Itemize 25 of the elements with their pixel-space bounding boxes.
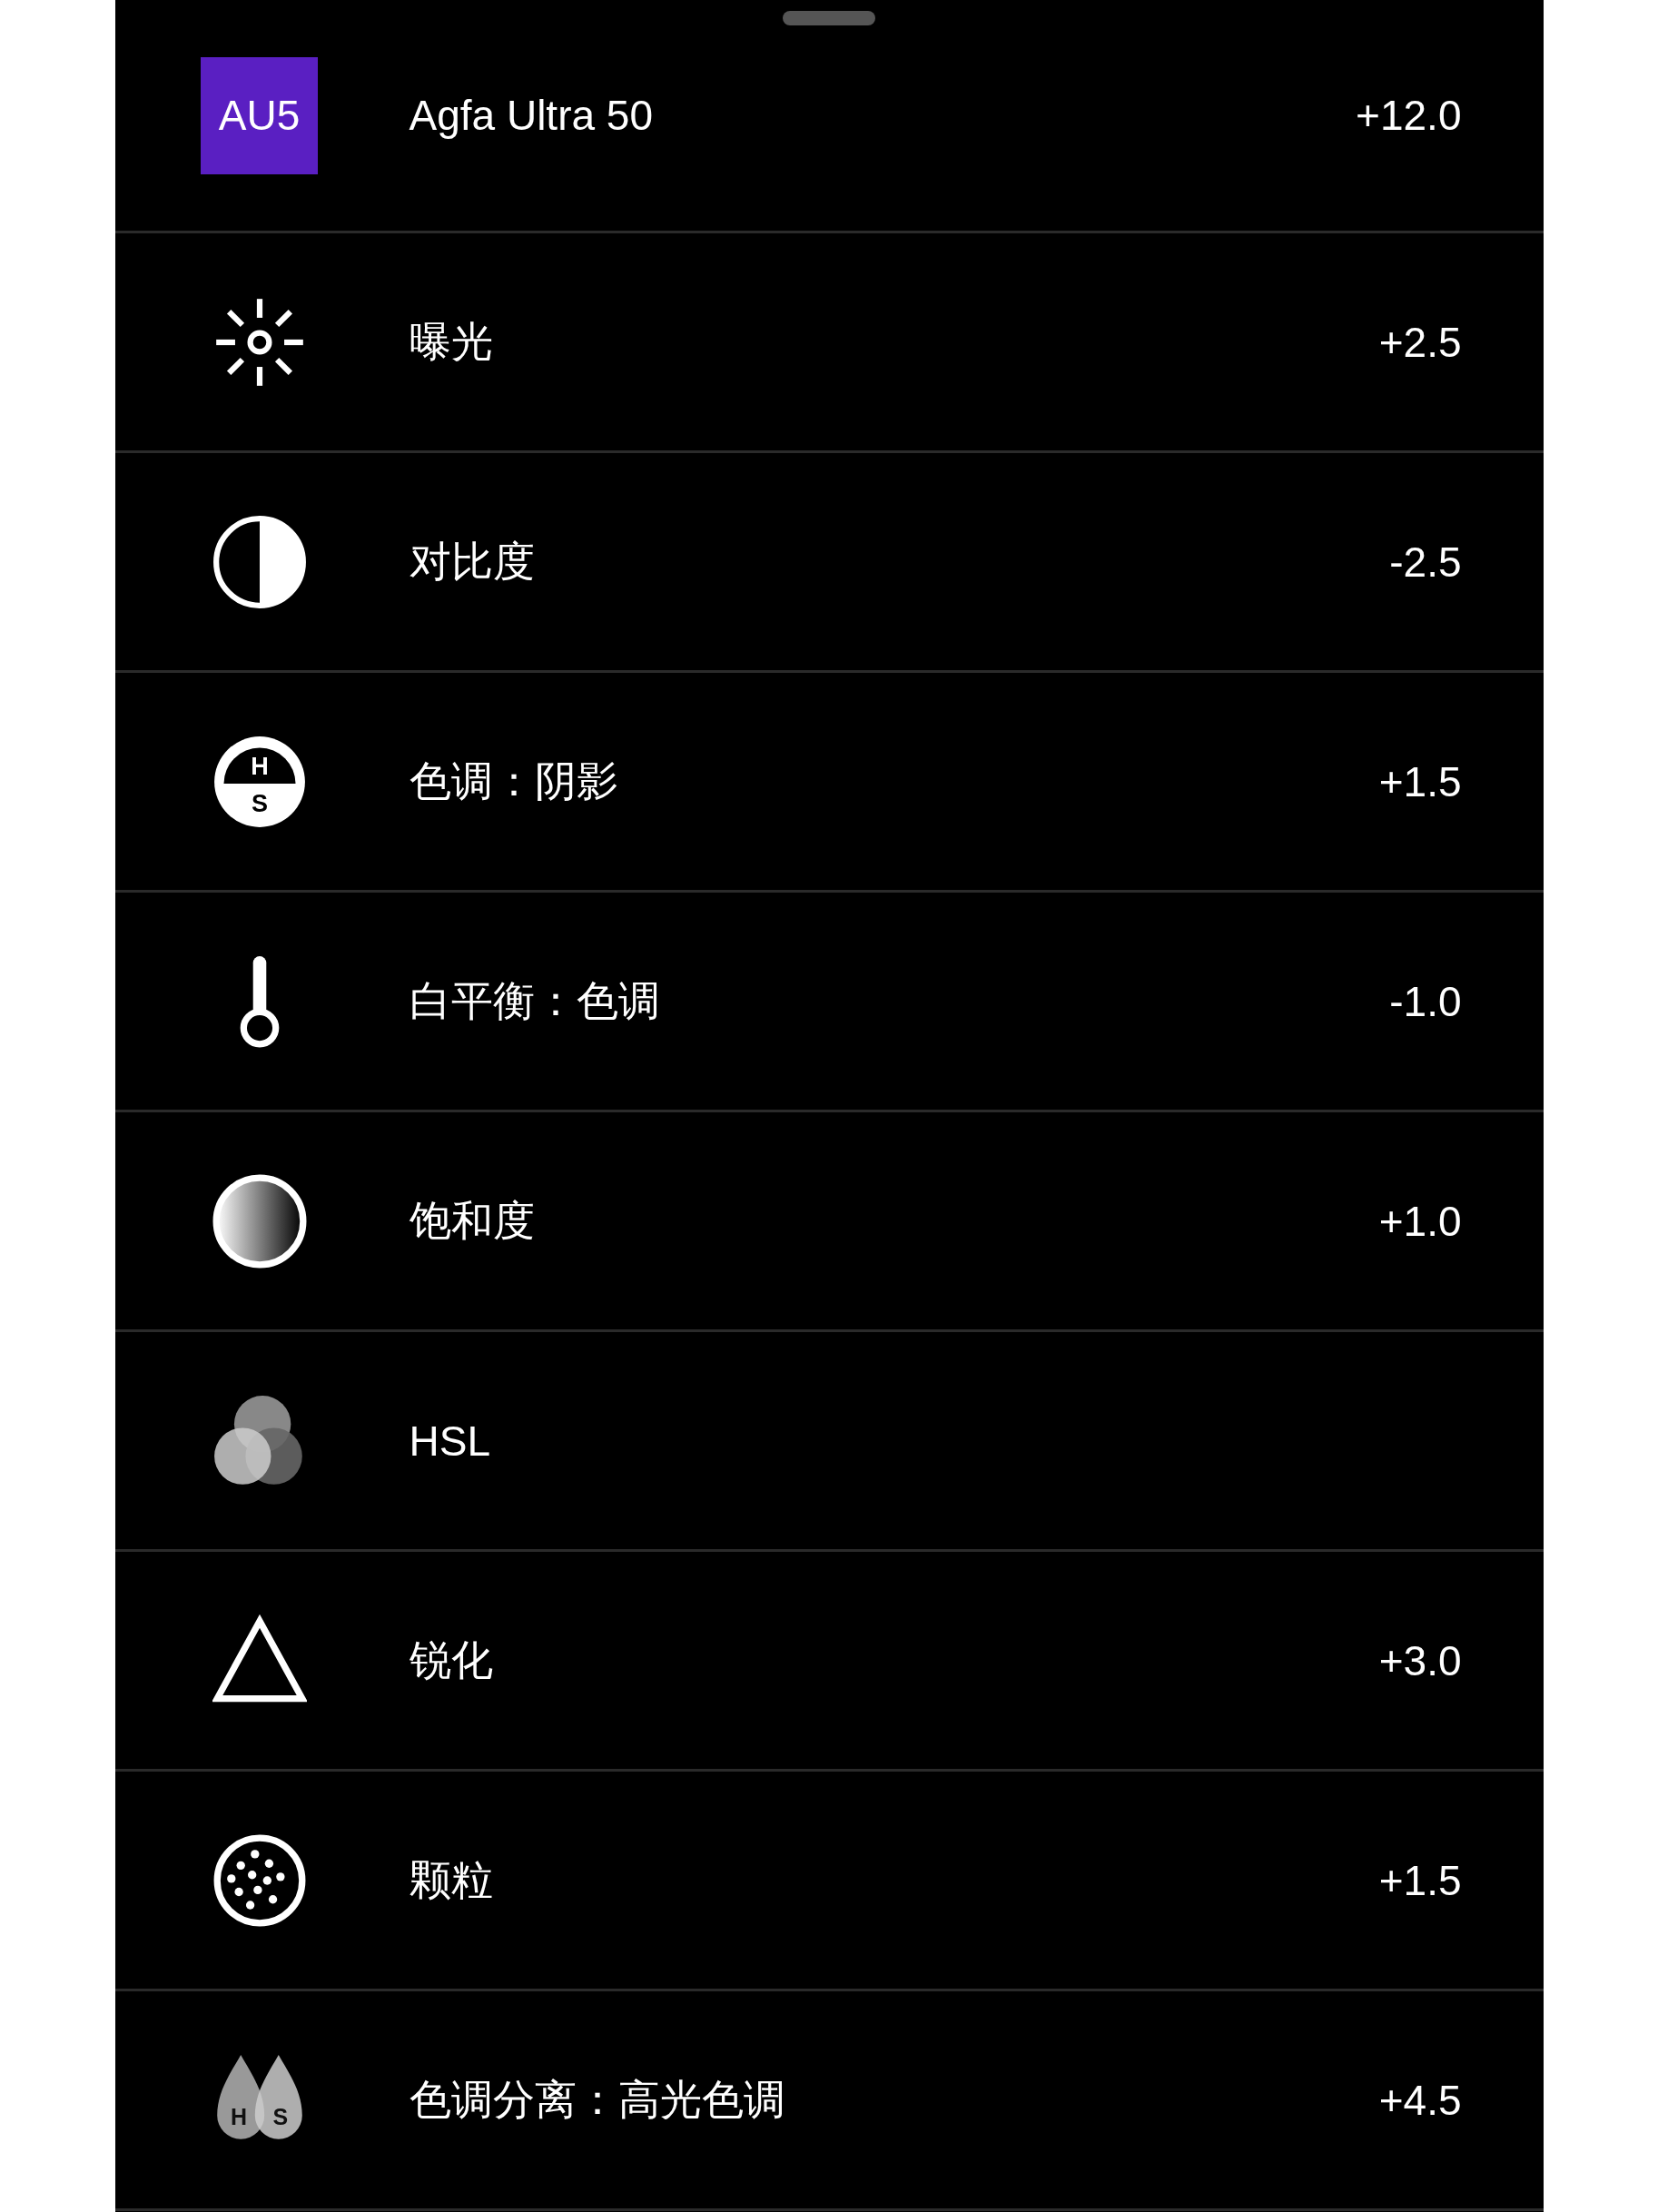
film-badge: AU5: [201, 56, 318, 174]
adjustment-label: 白平衡：色调: [409, 975, 661, 1026]
adjustment-value: -1.0: [1389, 976, 1462, 1026]
contrast-icon: [212, 514, 307, 609]
adjustment-label: 曝光: [409, 316, 494, 367]
adjustment-label: 饱和度: [409, 1195, 536, 1246]
adjustment-label: HSL: [409, 1416, 491, 1466]
adjustment-value: +4.5: [1378, 2075, 1462, 2125]
adjustment-value: +1.5: [1378, 756, 1462, 806]
adjustment-value: +1.0: [1378, 1196, 1462, 1246]
saturation-icon: [212, 1173, 307, 1269]
adjustment-value: +1.5: [1378, 1855, 1462, 1905]
adjustment-label: 色调：阴影: [409, 755, 619, 806]
film-name: Agfa Ultra 50: [409, 91, 654, 140]
adjustment-value: +2.5: [1378, 317, 1462, 367]
drag-handle[interactable]: [783, 11, 875, 25]
adjustment-value: +3.0: [1378, 1635, 1462, 1685]
adjustment-label: 色调分离：高光色调: [409, 2074, 786, 2125]
adjustment-label: 对比度: [409, 536, 536, 587]
grain-icon: [212, 1832, 307, 1928]
film-value: +12.0: [1356, 91, 1462, 140]
adjustment-value: -2.5: [1389, 537, 1462, 587]
adjustment-label: 颗粒: [409, 1854, 494, 1905]
tone-icon: H S: [212, 734, 307, 829]
adjustment-label: 锐化: [409, 1634, 494, 1685]
